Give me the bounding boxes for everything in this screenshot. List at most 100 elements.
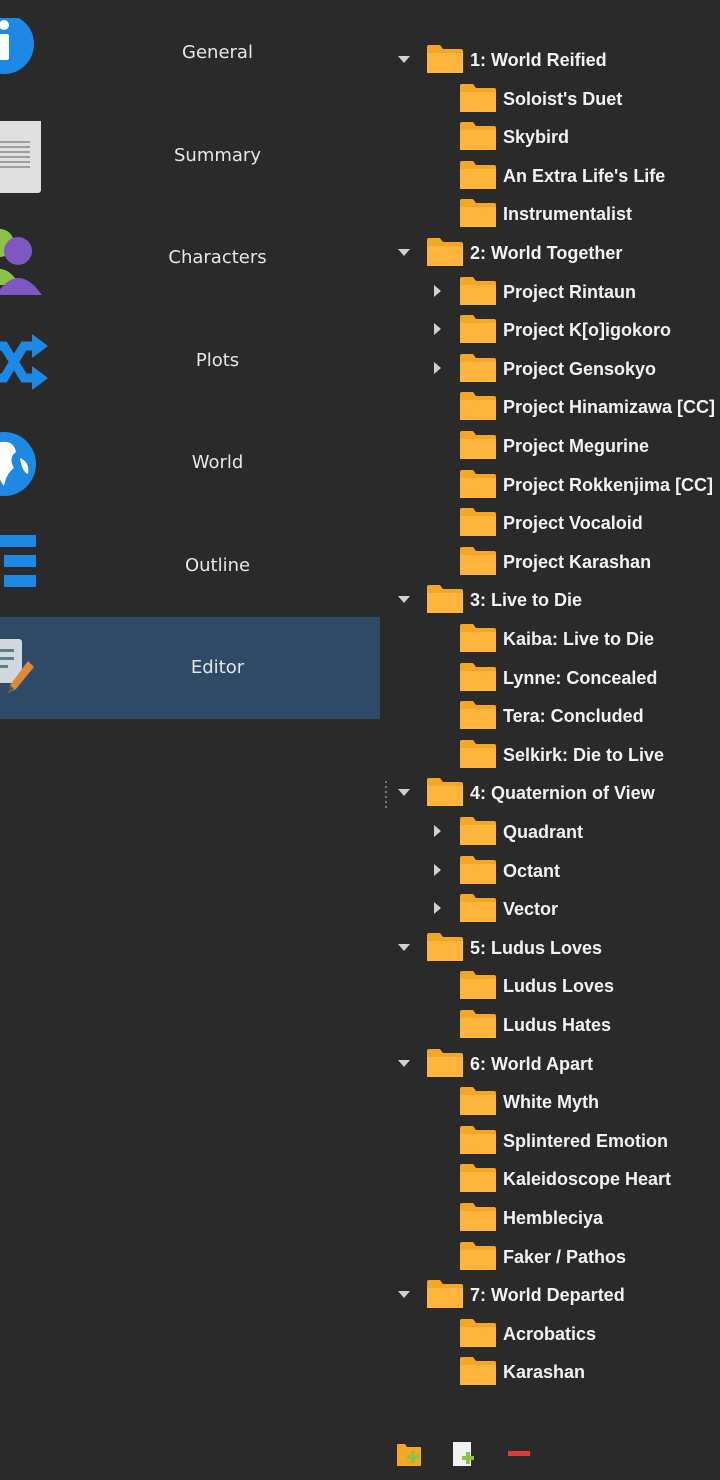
tree-subfolder-row[interactable]: Ludus Hates: [385, 1006, 720, 1044]
remove-button[interactable]: [505, 1438, 533, 1468]
tree-subfolder-row[interactable]: Faker / Pathos: [385, 1238, 720, 1276]
tree-subfolder-row[interactable]: Project Megurine: [385, 427, 720, 465]
folder-icon: [460, 546, 496, 575]
tree-subfolder-row[interactable]: Soloist's Duet: [385, 80, 720, 118]
sidebar-item-outline[interactable]: Outline: [0, 515, 380, 617]
tree-subfolder-row[interactable]: Vector: [385, 890, 720, 928]
folder-icon: [460, 1087, 496, 1116]
folder-icon: [460, 855, 496, 884]
tree-subfolder-row[interactable]: Hembleciya: [385, 1199, 720, 1237]
tree-item-label: Kaiba: Live to Die: [503, 629, 655, 649]
sidebar-item-label: Characters: [168, 247, 267, 268]
tree-subfolder-row[interactable]: Project Vocaloid: [385, 504, 720, 542]
chevron-right-icon[interactable]: [428, 861, 446, 879]
sidebar-item-general[interactable]: General: [0, 2, 380, 104]
chevron-right-icon[interactable]: [428, 282, 446, 300]
folder-icon: [460, 1318, 496, 1347]
folder-icon: [460, 160, 496, 189]
tree-subfolder-row[interactable]: Splintered Emotion: [385, 1122, 720, 1160]
document-icon: [0, 118, 48, 193]
folder-icon: [460, 971, 496, 1000]
tree-item-label: Project Hinamizawa [CC]: [503, 397, 716, 418]
sidebar-item-world[interactable]: World: [0, 412, 380, 514]
outline-tree: 1: World Reified Soloist's Duet Skybird An …: [385, 0, 720, 1420]
tree-folder-row[interactable]: 3: Live to Die: [385, 581, 720, 619]
tree-subfolder-row[interactable]: White Myth: [385, 1083, 720, 1121]
chevron-down-icon[interactable]: [395, 50, 413, 68]
sidebar-item-label: Editor: [190, 657, 245, 678]
users-icon: [0, 223, 48, 295]
tree-subfolder-row[interactable]: Karashan: [385, 1353, 720, 1391]
folder-icon: [427, 932, 463, 961]
tree-item-label: Project Gensokyo: [503, 358, 657, 379]
tree-item-label: Soloist's Duet: [503, 88, 623, 109]
chevron-right-icon[interactable]: [428, 899, 446, 917]
sidebar-item-editor[interactable]: Editor: [0, 617, 380, 719]
tree-subfolder-row[interactable]: Quadrant: [385, 813, 720, 851]
sidebar-item-label: General: [182, 42, 253, 63]
sidebar-item-plots[interactable]: Plots: [0, 310, 380, 412]
tree-folder-row[interactable]: 7: World Departed: [385, 1276, 720, 1314]
tree-subfolder-row[interactable]: Octant: [385, 852, 720, 890]
chevron-down-icon[interactable]: [395, 938, 413, 956]
tree-item-label: Project Vocaloid: [503, 513, 643, 534]
tree-subfolder-row[interactable]: Acrobatics: [385, 1315, 720, 1353]
folder-icon: [460, 392, 496, 421]
folder-icon: [460, 1125, 496, 1154]
chevron-down-icon[interactable]: [395, 783, 413, 801]
folder-icon: [460, 276, 496, 305]
tree-subfolder-row[interactable]: Selkirk: Die to Live: [385, 736, 720, 774]
chevron-right-icon[interactable]: [428, 320, 446, 338]
tree-subfolder-row[interactable]: Lynne: Concealed: [385, 659, 720, 697]
tree-folder-row[interactable]: 5: Ludus Loves: [385, 929, 720, 967]
tree-item-label: Ludus Loves: [503, 976, 615, 997]
folder-icon: [460, 624, 496, 652]
tree-subfolder-row[interactable]: Project Karashan: [385, 543, 720, 581]
tree-subfolder-row[interactable]: Ludus Loves: [385, 967, 720, 1005]
tree-subfolder-row[interactable]: An Extra Life's Life: [385, 157, 720, 195]
folder-icon: [460, 739, 496, 768]
sidebar: General Summary Characters Plots World Outlin…: [0, 0, 380, 1480]
sidebar-item-label: Plots: [195, 349, 240, 371]
chevron-down-icon[interactable]: [395, 590, 413, 608]
chevron-right-icon[interactable]: [428, 822, 446, 840]
tree-folder-row[interactable]: 2: World Together: [385, 234, 720, 272]
tree-subfolder-row[interactable]: Skybird: [385, 118, 720, 156]
tree-subfolder-row[interactable]: Instrumentalist: [385, 195, 720, 233]
folder-icon: [460, 701, 496, 730]
tree-subfolder-row[interactable]: Tera: Concluded: [385, 697, 720, 735]
folder-icon: [460, 315, 496, 344]
sidebar-item-characters[interactable]: Characters: [0, 207, 380, 309]
folder-icon: [427, 1280, 463, 1309]
tree-folder-row[interactable]: 4: Quaternion of View: [385, 774, 720, 812]
tree-subfolder-row[interactable]: Project Rokkenjima [CC]: [385, 466, 720, 504]
tree-item-label: Quadrant: [503, 822, 584, 842]
tree-folder-row[interactable]: 6: World Apart: [385, 1045, 720, 1083]
folder-icon: [460, 1164, 496, 1193]
tree-item-label: Project K[o]igokoro: [503, 320, 672, 341]
chevron-right-icon[interactable]: [428, 359, 446, 377]
folder-icon: [460, 817, 496, 845]
folder-icon: [460, 894, 496, 923]
folder-icon: [460, 199, 496, 228]
tree-subfolder-row[interactable]: Project Hinamizawa [CC]: [385, 388, 720, 426]
chevron-down-icon[interactable]: [395, 1285, 413, 1303]
tree-subfolder-row[interactable]: Project K[o]igokoro: [385, 311, 720, 349]
add-folder-button[interactable]: [395, 1438, 423, 1468]
chevron-down-icon[interactable]: [395, 243, 413, 261]
sidebar-item-label: World: [191, 452, 244, 473]
folder-icon: [460, 508, 496, 537]
tree-item-label: Acrobatics: [503, 1323, 597, 1344]
sidebar-item-summary[interactable]: Summary: [0, 105, 380, 207]
tree-item-label: 6: World Apart: [470, 1053, 594, 1074]
tree-item-label: Lynne: Concealed: [503, 667, 658, 688]
tree-subfolder-row[interactable]: Project Gensokyo: [385, 350, 720, 388]
tree-subfolder-row[interactable]: Project Rintaun: [385, 273, 720, 311]
folder-icon: [427, 238, 463, 266]
info-icon: [0, 14, 48, 90]
add-text-button[interactable]: [450, 1438, 478, 1468]
chevron-down-icon[interactable]: [395, 1054, 413, 1072]
tree-subfolder-row[interactable]: Kaleidoscope Heart: [385, 1160, 720, 1198]
tree-folder-row[interactable]: 1: World Reified: [385, 41, 720, 79]
tree-subfolder-row[interactable]: Kaiba: Live to Die: [385, 620, 720, 658]
